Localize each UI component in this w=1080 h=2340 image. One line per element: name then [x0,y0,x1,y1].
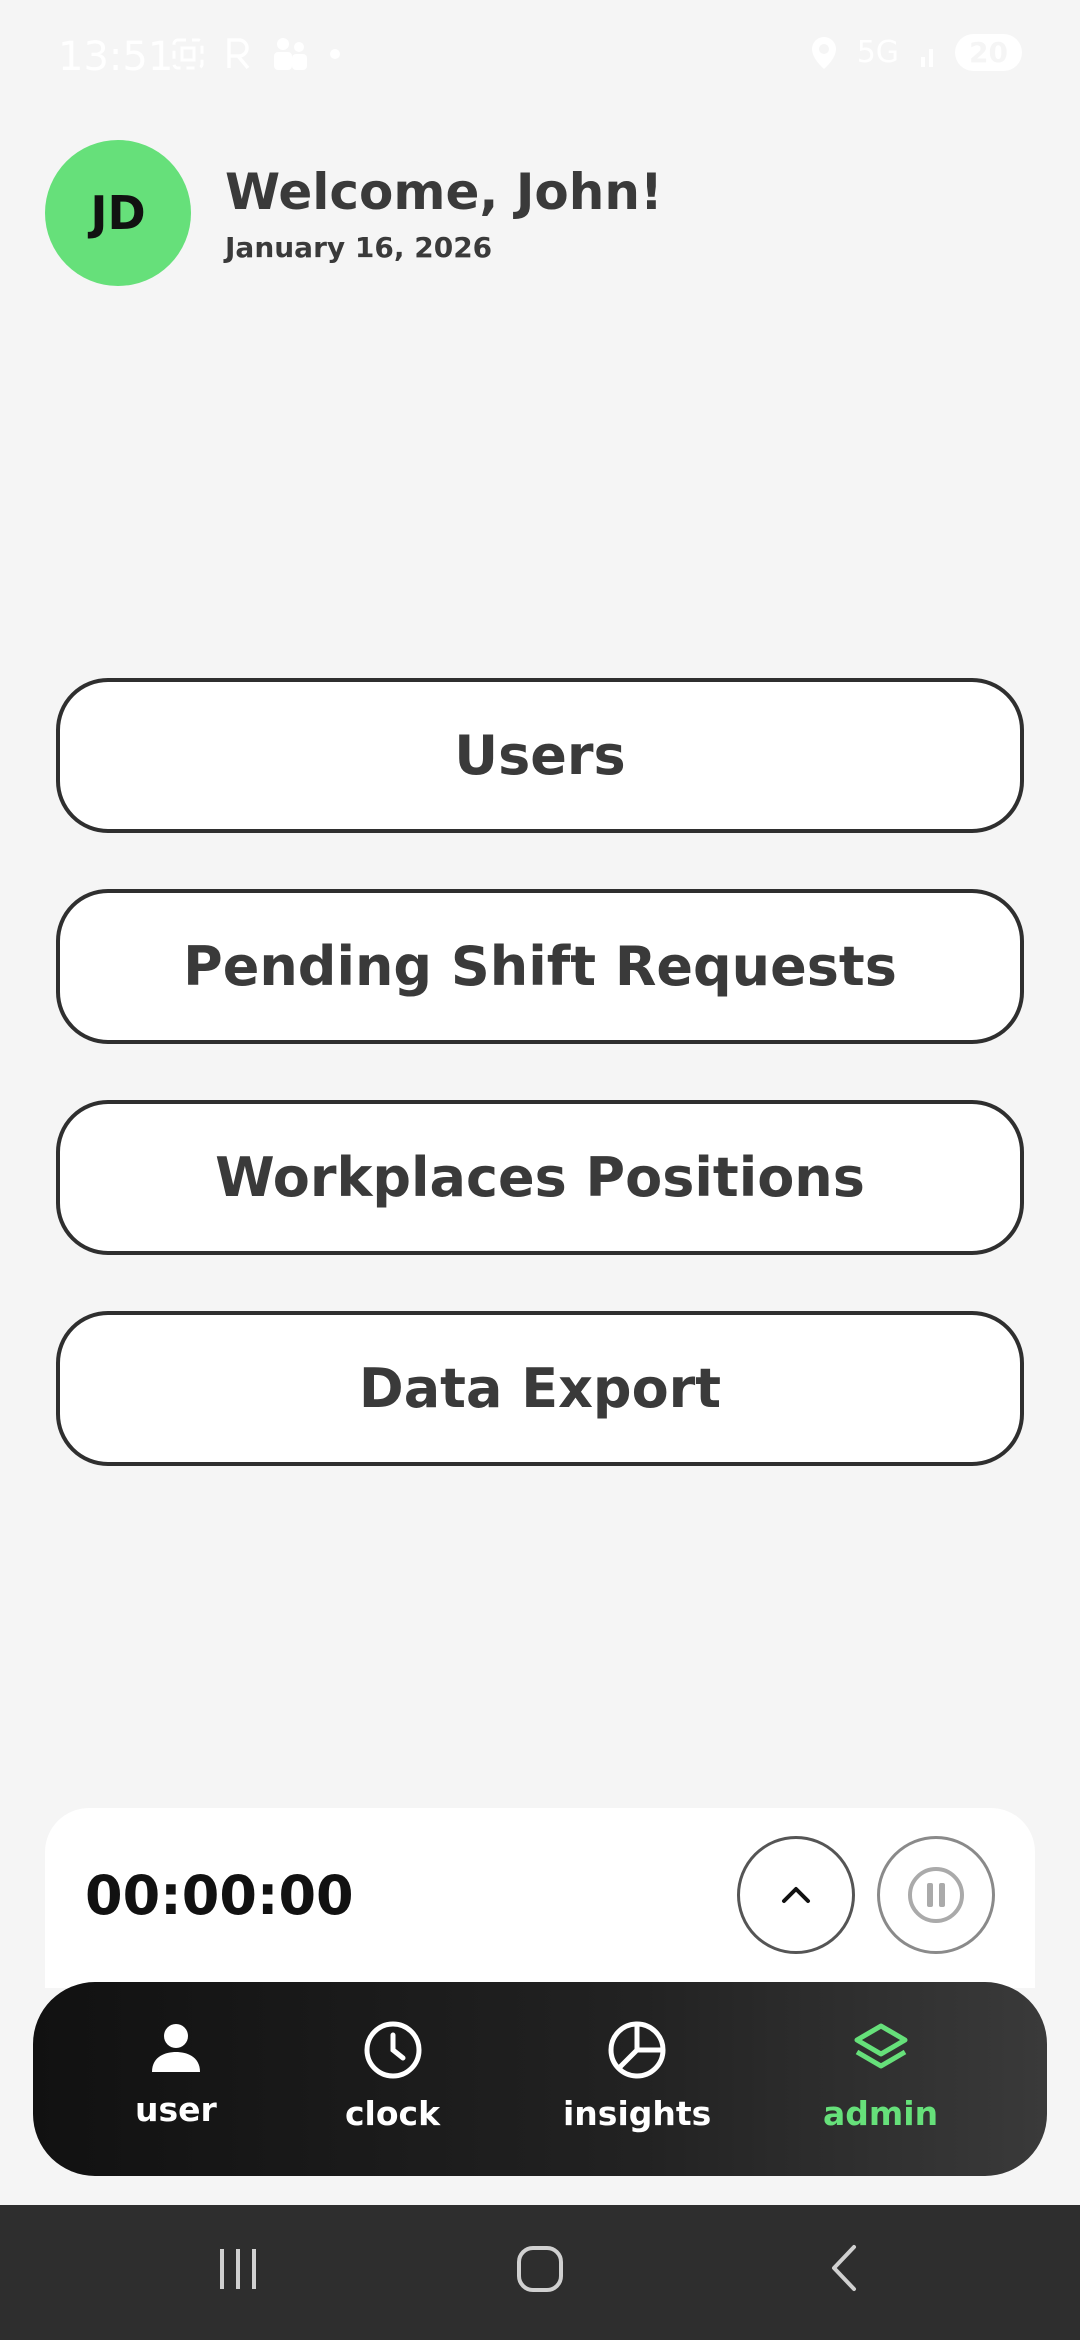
users-button[interactable]: Users [56,678,1024,833]
welcome-title: Welcome, John! [225,162,663,221]
nav-admin-label: admin [823,2094,939,2133]
pause-timer-button[interactable] [877,1836,995,1954]
clock-icon [364,2021,422,2079]
chevron-up-icon [782,1887,810,1903]
nav-user[interactable]: user [135,2020,217,2129]
status-right-icons: 5G 20 [809,34,1022,71]
signal-icon [921,48,934,67]
system-nav-bar [0,2205,1080,2340]
avatar[interactable]: JD [45,140,191,286]
status-time: 13:51 [58,34,174,80]
status-left-icons [170,36,342,72]
current-date: January 16, 2026 [225,230,493,264]
workplaces-positions-button[interactable]: Workplaces Positions [56,1100,1024,1255]
nav-insights-label: insights [563,2094,712,2133]
nav-insights[interactable]: insights [563,2020,711,2133]
people-icon [274,38,307,70]
battery-indicator: 20 [955,34,1022,71]
bottom-nav: user clock insights admin [33,1982,1047,2176]
admin-menu: Users Pending Shift Requests Workplaces … [56,678,1024,1522]
data-export-button[interactable]: Data Export [56,1311,1024,1466]
pause-icon [908,1867,964,1923]
status-bar: 13:51 5G 20 [0,0,1080,110]
5g-icon: 5G [856,35,900,70]
nav-clock-label: clock [345,2094,441,2133]
pie-chart-icon [608,2021,666,2079]
header-text: Welcome, John! January 16, 2026 [225,163,663,264]
nav-admin[interactable]: admin [823,2020,938,2133]
header: JD Welcome, John! January 16, 2026 [45,140,663,286]
screenshot-icon [172,38,204,70]
location-icon [811,36,836,69]
dot-icon [330,49,340,59]
back-icon[interactable] [820,2243,870,2293]
nav-clock[interactable]: clock [345,2020,440,2133]
pending-shift-requests-button[interactable]: Pending Shift Requests [56,889,1024,1044]
r-icon [227,38,250,70]
timer-value: 00:00:00 [85,1864,354,1927]
user-icon [151,2024,200,2072]
recents-icon[interactable] [214,2243,264,2293]
expand-timer-button[interactable] [737,1836,855,1954]
home-icon[interactable] [514,2243,566,2295]
nav-user-label: user [135,2090,217,2129]
layers-icon [854,2023,908,2069]
timer-card: 00:00:00 [45,1808,1035,1988]
